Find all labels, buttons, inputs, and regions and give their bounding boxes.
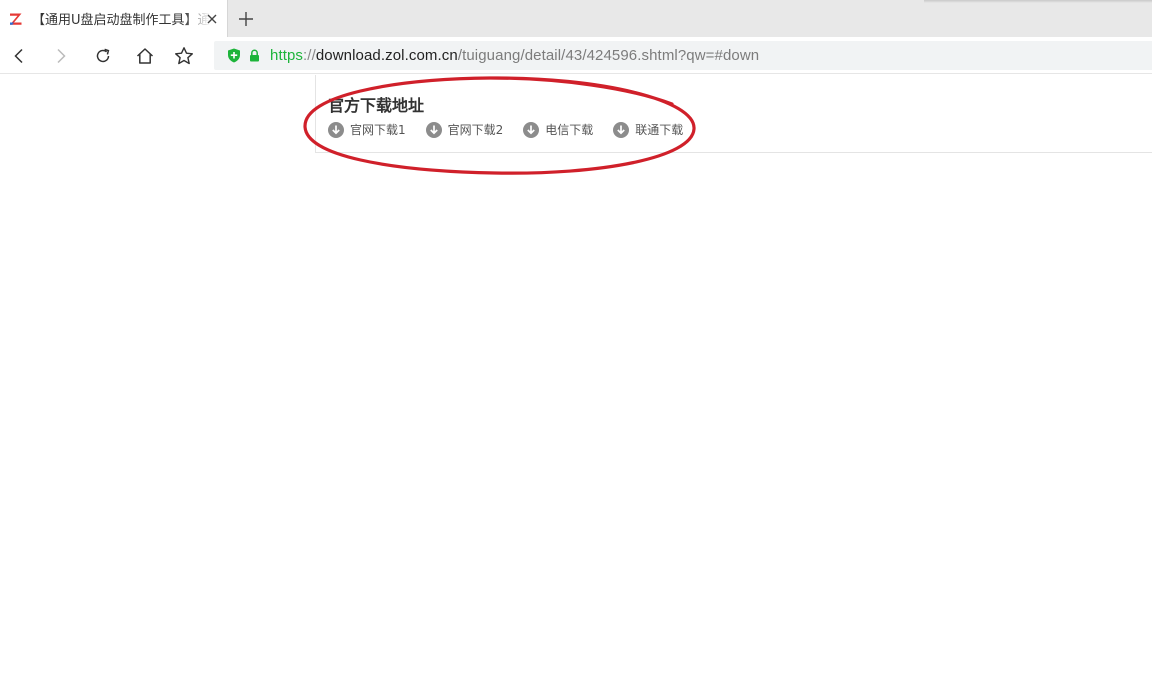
download-circle-icon <box>613 121 630 138</box>
zol-favicon-icon <box>8 11 24 27</box>
download-link-label: 电信下载 <box>545 123 594 137</box>
url-host: download.zol.com.cn <box>315 47 458 64</box>
download-circle-icon <box>425 121 442 138</box>
browser-tab[interactable]: 【通用U盘启动盘制作工具】通用U盘启动盘制作工具 <box>0 0 228 37</box>
lock-icon[interactable] <box>248 49 260 63</box>
section-title: 官方下载地址 <box>328 96 425 115</box>
download-links: 官网下载1 官网下载2 电信下载 联通下载 <box>328 121 703 138</box>
address-bar[interactable]: https://download.zol.com.cn/tuiguang/det… <box>214 41 1152 70</box>
download-circle-icon <box>523 121 540 138</box>
tab-strip: 【通用U盘启动盘制作工具】通用U盘启动盘制作工具 <box>0 0 1152 37</box>
download-address-section: 官方下载地址 官网下载1 官网下载2 电信下载 联通下载 <box>315 75 1152 153</box>
download-link-label: 联通下载 <box>635 123 684 137</box>
shield-icon[interactable] <box>226 48 241 63</box>
download-link-label: 官网下载1 <box>350 123 406 137</box>
url-path: /tuiguang/detail/43/424596.shtml?qw=#dow… <box>457 47 760 64</box>
download-circle-icon <box>328 121 344 138</box>
browser-toolbar: https://download.zol.com.cn/tuiguang/det… <box>0 37 1152 74</box>
page-content: 官方下载地址 官网下载1 官网下载2 电信下载 联通下载 <box>0 75 1152 700</box>
star-bookmark-icon[interactable] <box>171 43 197 69</box>
url-text[interactable]: https://download.zol.com.cn/tuiguang/det… <box>270 47 759 64</box>
url-scheme: https <box>270 47 304 64</box>
official-download-2-link[interactable]: 官网下载2 <box>425 121 504 138</box>
home-icon[interactable] <box>132 43 158 69</box>
official-download-1-link[interactable]: 官网下载1 <box>328 121 406 138</box>
telecom-download-link[interactable]: 电信下载 <box>523 121 593 138</box>
back-button-icon[interactable] <box>6 43 32 69</box>
forward-button-icon[interactable] <box>48 43 74 69</box>
new-tab-plus-icon[interactable] <box>235 8 257 30</box>
tab-title: 【通用U盘启动盘制作工具】通用U盘启动盘制作工具 <box>32 13 210 28</box>
close-tab-icon[interactable] <box>204 11 219 26</box>
reload-icon[interactable] <box>90 43 116 69</box>
download-link-label: 官网下载2 <box>447 123 504 137</box>
url-separator: :// <box>303 47 316 64</box>
unicom-download-link[interactable]: 联通下载 <box>613 121 683 138</box>
window-shadow-strip <box>924 0 1152 3</box>
